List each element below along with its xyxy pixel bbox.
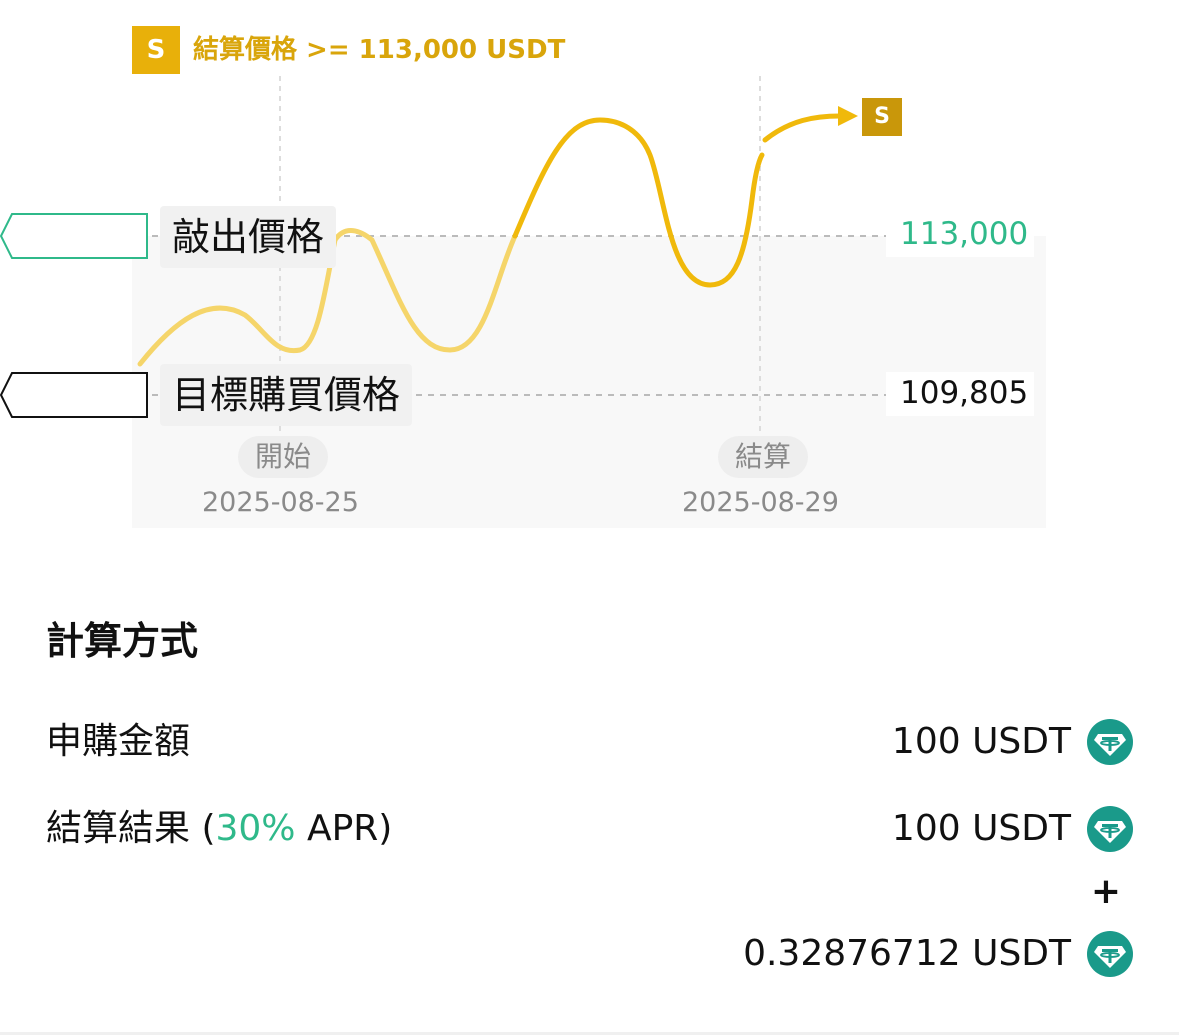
settlement-badge-icon: S [132,26,180,74]
settlement-label-suffix: APR) [295,808,393,849]
interest-amount-value: 0.32876712 USDT [743,933,1071,974]
settlement-pill: 結算 [718,436,808,478]
price-chart: S 結算價格 >= 113,000 USDT S 敲出價格 目標購買價格 113… [0,0,1179,540]
usdt-icon [1087,931,1133,977]
calculation-title: 計算方式 [46,619,199,663]
chart-lines [137,76,886,440]
end-settlement-badge-icon: S [862,98,902,136]
settlement-label-prefix: 結算結果 ( [46,808,216,849]
target-price-value: 109,805 [886,372,1034,416]
strike-tag-outline [0,213,148,259]
start-date: 2025-08-25 [202,487,359,518]
subscription-amount-value: 100 USDT [891,721,1071,762]
subscription-amount-label: 申購金額 [46,721,191,762]
usdt-icon [1087,806,1133,852]
plus-sign: + [1090,871,1121,912]
price-curve-arrow [762,113,843,143]
settlement-result-label: 結算結果 (30% APR) [46,803,392,855]
strike-price-value: 113,000 [886,213,1034,257]
target-tag-outline [0,372,148,418]
arrow-head [838,106,858,126]
strike-price-label: 敲出價格 [160,206,337,268]
apr-percentage: 30% [215,808,296,849]
settlement-date: 2025-08-29 [682,487,839,518]
settlement-amount-value: 100 USDT [891,808,1071,849]
settlement-condition: 結算價格 >= 113,000 USDT [193,35,566,65]
usdt-icon [1087,719,1133,765]
target-price-label: 目標購買價格 [160,364,413,426]
price-curve-upper [512,117,765,288]
start-pill: 開始 [238,436,328,478]
